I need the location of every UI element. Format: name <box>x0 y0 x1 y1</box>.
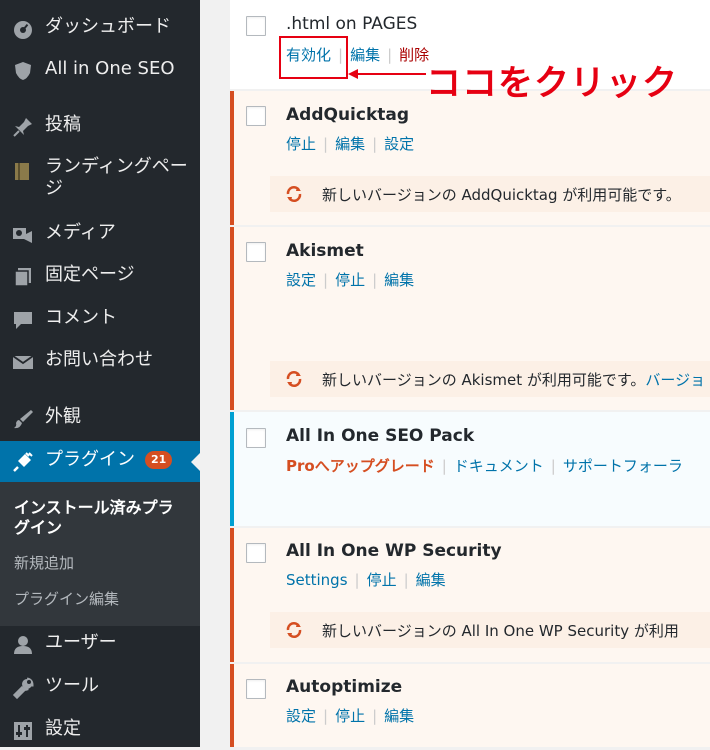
plugin-row: Autoptimize 設定 | 停止 | 編集 <box>230 664 710 747</box>
settings-link[interactable]: 設定 <box>384 135 414 153</box>
active-arrow <box>191 453 200 471</box>
pages-icon <box>14 268 31 287</box>
edit-link[interactable]: 編集 <box>350 46 380 64</box>
update-count-badge: 21 <box>145 451 173 469</box>
sidebar-item-settings[interactable]: 設定 <box>0 710 200 750</box>
plugin-checkbox[interactable] <box>246 106 266 126</box>
edit-link[interactable]: 編集 <box>384 271 414 289</box>
dashboard-icon <box>14 21 32 39</box>
update-notice-text: 新しいバージョンの AddQuicktag が利用可能です。 <box>322 186 681 204</box>
deactivate-link[interactable]: 停止 <box>367 571 397 589</box>
plugin-checkbox[interactable] <box>246 543 266 563</box>
settings-link[interactable]: Settings <box>286 571 348 589</box>
edit-link[interactable]: 編集 <box>416 571 446 589</box>
annotation-highlight-box <box>279 36 348 79</box>
sidebar-item-label: All in One SEO <box>45 58 175 79</box>
sidebar-item-label: コメント <box>45 307 117 328</box>
plugin-actions: 停止 | 編集 | 設定 <box>286 135 415 153</box>
sidebar-item-label: 投稿 <box>45 114 81 135</box>
support-forum-link[interactable]: サポートフォーラ <box>563 457 683 475</box>
sidebar-item-label: ツール <box>45 675 99 696</box>
submenu-plugin-editor[interactable]: プラグイン編集 <box>14 588 119 609</box>
plugin-list: .html on PAGES 有効化 | 編集 | 削除 AddQuicktag 停止 |… <box>200 0 710 747</box>
sidebar-item-label: 外観 <box>45 406 81 427</box>
submenu-add-new[interactable]: 新規追加 <box>14 552 74 573</box>
plugins-submenu: インストール済みプラグイン 新規追加 プラグイン編集 <box>0 482 200 626</box>
sidebar-item-label: 固定ページ <box>45 264 135 285</box>
user-icon <box>14 636 32 654</box>
plugin-name: Autoptimize <box>286 677 403 697</box>
plugin-row: All In One SEO Pack Proへアップグレード | ドキュメント | サ… <box>230 412 710 526</box>
sidebar-item-all-in-one-seo[interactable]: All in One SEO <box>0 50 200 90</box>
update-notice: 新しいバージョンの All In One WP Security が利用 <box>270 612 710 648</box>
plugin-row: All In One WP Security Settings | 停止 | 編集 新し… <box>230 528 710 662</box>
update-icon <box>286 186 302 202</box>
comment-icon <box>14 312 32 329</box>
sidebar-item-label: 設定 <box>45 718 81 739</box>
plugin-checkbox[interactable] <box>246 16 266 36</box>
sidebar-item-appearance[interactable]: 外観 <box>0 398 200 438</box>
annotation-arrow <box>348 69 426 79</box>
plugin-row: Akismet 設定 | 停止 | 編集 新しいバージョンの Akismet が利用可能… <box>230 227 710 410</box>
upgrade-pro-link[interactable]: Proへアップグレード <box>286 457 435 475</box>
deactivate-link[interactable]: 停止 <box>286 135 316 153</box>
book-icon <box>15 163 29 180</box>
sidebar-item-landing-pages[interactable]: ランディングページ <box>0 150 200 210</box>
shield-icon <box>15 62 31 80</box>
sidebar-item-label: プラグイン 21 <box>45 449 173 471</box>
sidebar-item-dashboard[interactable]: ダッシュボード <box>0 8 200 48</box>
sidebar-item-media[interactable]: メディア <box>0 214 200 254</box>
plugin-actions: Settings | 停止 | 編集 <box>286 571 446 589</box>
deactivate-link[interactable]: 停止 <box>335 271 365 289</box>
edit-link[interactable]: 編集 <box>335 135 365 153</box>
update-icon <box>286 622 302 638</box>
brush-icon <box>14 410 33 429</box>
wrench-icon <box>12 677 34 699</box>
plugin-actions: 設定 | 停止 | 編集 <box>286 707 415 725</box>
mail-icon <box>12 355 34 369</box>
annotation-text: ココをクリック <box>426 64 679 104</box>
plugin-name: All In One SEO Pack <box>286 426 475 446</box>
sidebar-item-label: ダッシュボード <box>45 16 171 37</box>
update-notice: 新しいバージョンの Akismet が利用可能です。バージョ <box>270 361 710 397</box>
settings-icon <box>14 722 32 740</box>
sidebar-item-label: ユーザー <box>45 632 117 653</box>
plugin-checkbox[interactable] <box>246 242 266 262</box>
sidebar-item-label: ランディングページ <box>45 156 188 199</box>
sidebar-item-tools[interactable]: ツール <box>0 667 200 707</box>
documentation-link[interactable]: ドキュメント <box>454 457 544 475</box>
sidebar-item-label: メディア <box>45 222 116 243</box>
settings-link[interactable]: 設定 <box>286 271 316 289</box>
sidebar-item-comments[interactable]: コメント <box>0 299 200 339</box>
pin-icon <box>13 118 32 137</box>
sidebar-item-contact[interactable]: お問い合わせ <box>0 341 200 381</box>
plugin-actions: 設定 | 停止 | 編集 <box>286 271 415 289</box>
version-details-link[interactable]: バージョ <box>645 371 705 389</box>
edit-link[interactable]: 編集 <box>384 707 414 725</box>
delete-link[interactable]: 削除 <box>399 46 429 64</box>
plugin-name: All In One WP Security <box>286 541 502 561</box>
update-icon <box>286 371 302 387</box>
plugin-actions: Proへアップグレード | ドキュメント | サポートフォーラ <box>286 457 683 475</box>
deactivate-link[interactable]: 停止 <box>335 707 365 725</box>
sidebar-item-label: お問い合わせ <box>45 349 153 370</box>
update-notice-text: 新しいバージョンの All In One WP Security が利用 <box>322 622 679 640</box>
media-icon <box>13 228 32 243</box>
update-notice-text: 新しいバージョンの Akismet が利用可能です。バージョ <box>322 371 706 389</box>
sidebar-item-pages[interactable]: 固定ページ <box>0 256 200 296</box>
submenu-installed-plugins[interactable]: インストール済みプラグイン <box>14 498 189 538</box>
admin-sidebar: ダッシュボード All in One SEO 投稿 ランディングページ メディア… <box>0 0 200 747</box>
plugin-checkbox[interactable] <box>246 679 266 699</box>
sidebar-item-plugins[interactable]: プラグイン 21 <box>0 441 200 482</box>
plugin-name: AddQuicktag <box>286 105 410 125</box>
sidebar-item-posts[interactable]: 投稿 <box>0 106 200 146</box>
update-notice: 新しいバージョンの AddQuicktag が利用可能です。 <box>270 176 710 212</box>
plugin-checkbox[interactable] <box>246 428 266 448</box>
plugin-row: AddQuicktag 停止 | 編集 | 設定 新しいバージョンの AddQuickt… <box>230 91 710 225</box>
plugin-name: .html on PAGES <box>286 14 418 34</box>
sidebar-item-users[interactable]: ユーザー <box>0 624 200 664</box>
settings-link[interactable]: 設定 <box>286 707 316 725</box>
plugin-name: Akismet <box>286 241 364 261</box>
plugin-icon <box>13 452 33 472</box>
